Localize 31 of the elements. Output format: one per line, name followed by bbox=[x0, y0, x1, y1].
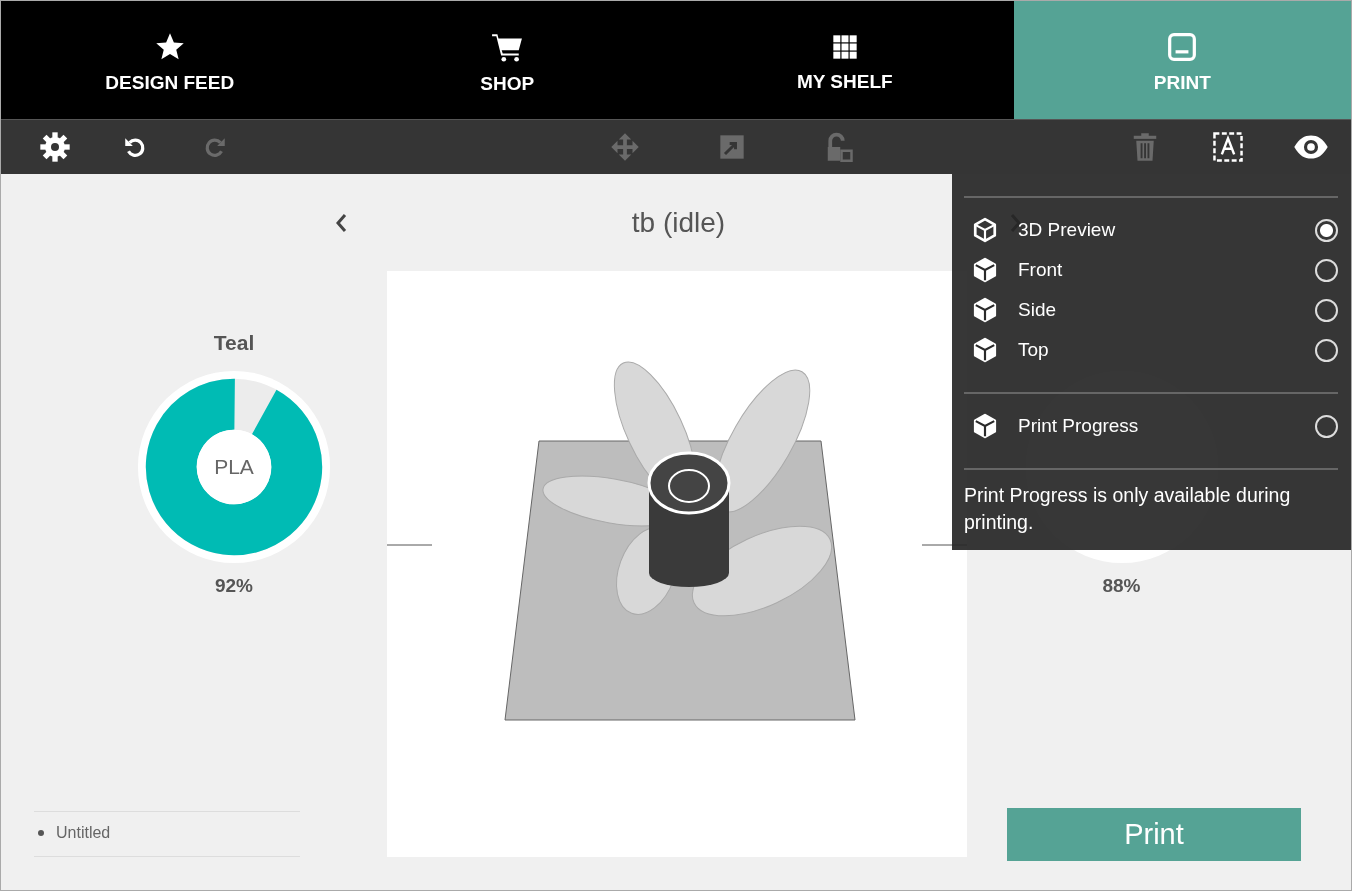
view-option[interactable]: Print Progress bbox=[964, 406, 1338, 446]
chevron-left-icon bbox=[335, 212, 347, 233]
radio-button[interactable] bbox=[1315, 258, 1338, 282]
view-option[interactable]: 3D Preview bbox=[964, 210, 1338, 250]
filament-percent: 92% bbox=[215, 575, 253, 597]
file-list-item[interactable]: Untitled bbox=[34, 824, 300, 842]
cube-icon bbox=[972, 217, 998, 243]
grid-icon bbox=[830, 32, 859, 61]
material-label: PLA bbox=[214, 455, 254, 479]
radio-button[interactable] bbox=[1315, 414, 1338, 438]
printer-title: tb (idle) bbox=[631, 206, 726, 239]
filament-name: Teal bbox=[213, 331, 255, 355]
menu-note: Print Progress is only available during printing. bbox=[964, 483, 1292, 535]
filament-percent: 88% bbox=[1102, 575, 1141, 597]
cube-icon bbox=[972, 337, 998, 363]
scale-icon bbox=[718, 133, 746, 161]
view-option[interactable]: Top bbox=[964, 330, 1338, 370]
radio-button[interactable] bbox=[1315, 218, 1338, 242]
cube-icon bbox=[972, 257, 998, 283]
radio-button[interactable] bbox=[1315, 298, 1338, 322]
eye-icon bbox=[1293, 134, 1329, 160]
radio-button[interactable] bbox=[1315, 338, 1338, 362]
cube-icon bbox=[972, 413, 998, 439]
move-icon bbox=[610, 132, 640, 162]
cube-icon bbox=[972, 297, 998, 323]
text-box-icon bbox=[1212, 131, 1244, 163]
view-option[interactable]: Front bbox=[964, 250, 1338, 290]
settings-icon bbox=[39, 131, 71, 163]
star-icon bbox=[154, 31, 185, 62]
view-option[interactable]: Side bbox=[964, 290, 1338, 330]
printer-icon bbox=[1167, 31, 1198, 62]
